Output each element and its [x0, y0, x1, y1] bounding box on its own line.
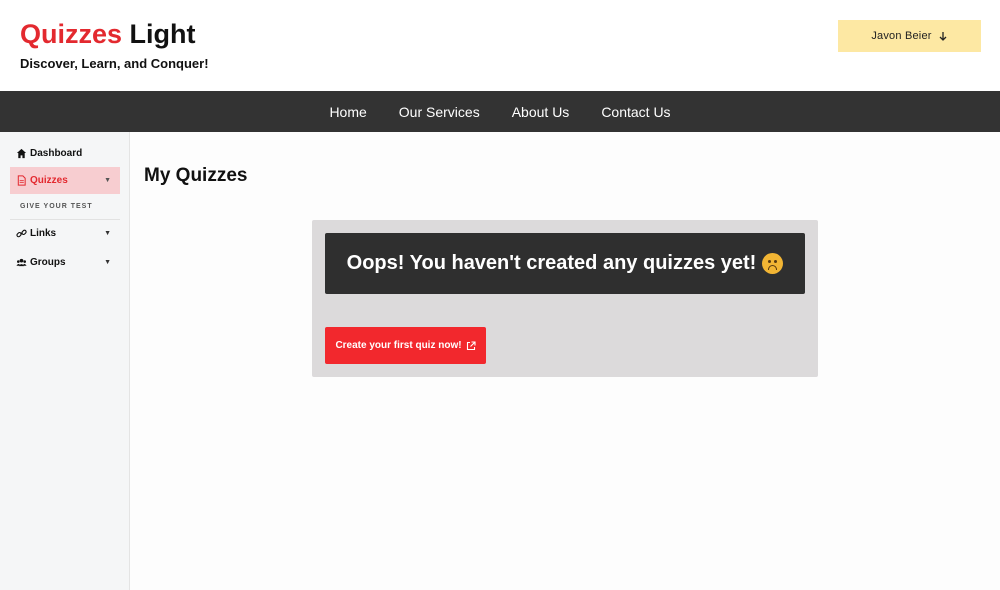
nav-our-services[interactable]: Our Services: [399, 104, 480, 120]
nav-home[interactable]: Home: [329, 104, 366, 120]
sidebar-item-label: Links: [30, 228, 57, 239]
sidebar-sub-label[interactable]: GIVE YOUR TEST: [20, 203, 93, 210]
header: Quizzes Light Discover, Learn, and Conqu…: [0, 0, 1000, 91]
sidebar-item-label: Dashboard: [30, 148, 83, 159]
create-first-quiz-button[interactable]: Create your first quiz now!: [325, 327, 486, 364]
external-link-icon: [466, 340, 476, 350]
sidebar-item-dashboard[interactable]: Dashboard: [10, 140, 120, 167]
brand-title-accent: Quizzes: [20, 19, 123, 49]
page-title: My Quizzes: [144, 165, 248, 186]
link-icon: [16, 228, 27, 239]
home-icon: [16, 148, 27, 159]
document-icon: [16, 175, 27, 186]
empty-state-message: Oops! You haven't created any quizzes ye…: [325, 233, 805, 294]
sidebar-item-label: Quizzes: [30, 175, 68, 186]
nav-contact-us[interactable]: Contact Us: [601, 104, 670, 120]
sidebar-item-groups[interactable]: Groups ▼: [10, 249, 120, 276]
caret-down-icon: ▼: [104, 259, 111, 266]
users-icon: [16, 257, 27, 268]
user-name: Javon Beier: [871, 30, 932, 42]
caret-down-icon: ▼: [104, 230, 111, 237]
tagline: Discover, Learn, and Conquer!: [20, 56, 209, 71]
sidebar-item-quizzes[interactable]: Quizzes ▼: [10, 167, 120, 194]
brand-title[interactable]: Quizzes Light: [20, 18, 196, 50]
sidebar-item-label: Groups: [30, 257, 66, 268]
empty-state-text: Oops! You haven't created any quizzes ye…: [346, 252, 757, 274]
create-first-quiz-label: Create your first quiz now!: [335, 340, 462, 351]
frowning-face-icon: [762, 253, 784, 274]
sidebar: [0, 132, 130, 590]
arrow-down-icon: [939, 32, 947, 41]
sidebar-item-links[interactable]: Links ▼: [10, 220, 120, 247]
user-menu-button[interactable]: Javon Beier: [838, 20, 981, 52]
top-navigation: Home Our Services About Us Contact Us: [0, 91, 1000, 132]
caret-down-icon: ▼: [104, 177, 111, 184]
nav-about-us[interactable]: About Us: [512, 104, 570, 120]
empty-state-panel: Oops! You haven't created any quizzes ye…: [312, 220, 818, 377]
brand-title-rest: Light: [129, 19, 196, 49]
